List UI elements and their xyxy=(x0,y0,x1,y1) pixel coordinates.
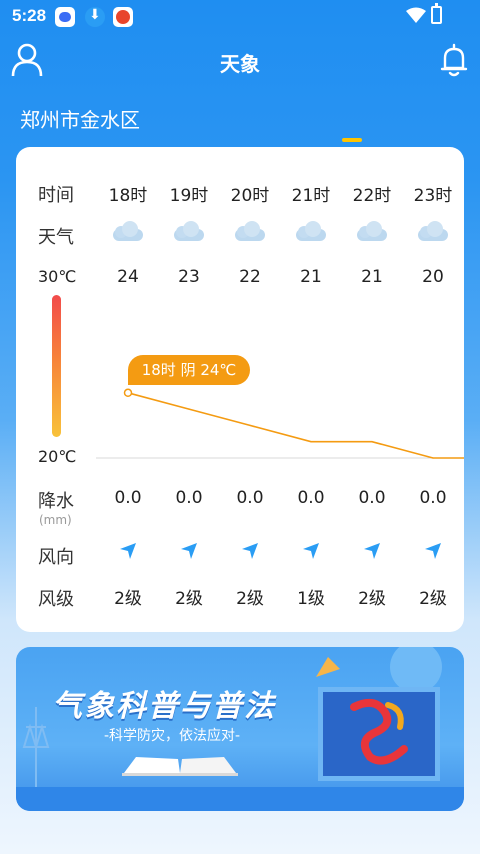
book-icon xyxy=(122,757,238,776)
battery-icon xyxy=(431,3,442,24)
location-label: 郑州市金水区 xyxy=(20,108,140,132)
banner-subtitle: -科学防灾，依法应对- xyxy=(104,728,241,744)
banner-title: 气象科普与普法 xyxy=(52,689,276,724)
wifi-icon xyxy=(406,7,426,23)
hourly-forecast-card[interactable]: 时间 天气 30℃ 20℃ 降水 (mm) 风向 风级 18时 24 0.0 2级 19… xyxy=(16,147,464,632)
download-icon xyxy=(85,7,105,27)
law-logo-icon xyxy=(350,698,408,765)
app-header: 天象 xyxy=(0,40,480,80)
status-time: 5:28 xyxy=(12,6,47,25)
app-notification-icon xyxy=(55,7,75,27)
temperature-point xyxy=(123,388,133,398)
app-notification-icon xyxy=(113,7,133,27)
status-bar: 5:28 xyxy=(0,0,480,32)
temperature-tooltip: 18时 阴 24℃ xyxy=(128,355,250,385)
tab-indicator xyxy=(342,138,362,142)
bell-icon[interactable] xyxy=(440,42,468,78)
banner-base xyxy=(16,787,464,811)
science-banner[interactable]: 气象科普与普法 -科学防灾，依法应对- xyxy=(16,647,464,811)
temperature-series-line xyxy=(127,392,464,459)
temperature-line-chart xyxy=(96,388,464,459)
page-title: 天象 xyxy=(220,52,260,76)
